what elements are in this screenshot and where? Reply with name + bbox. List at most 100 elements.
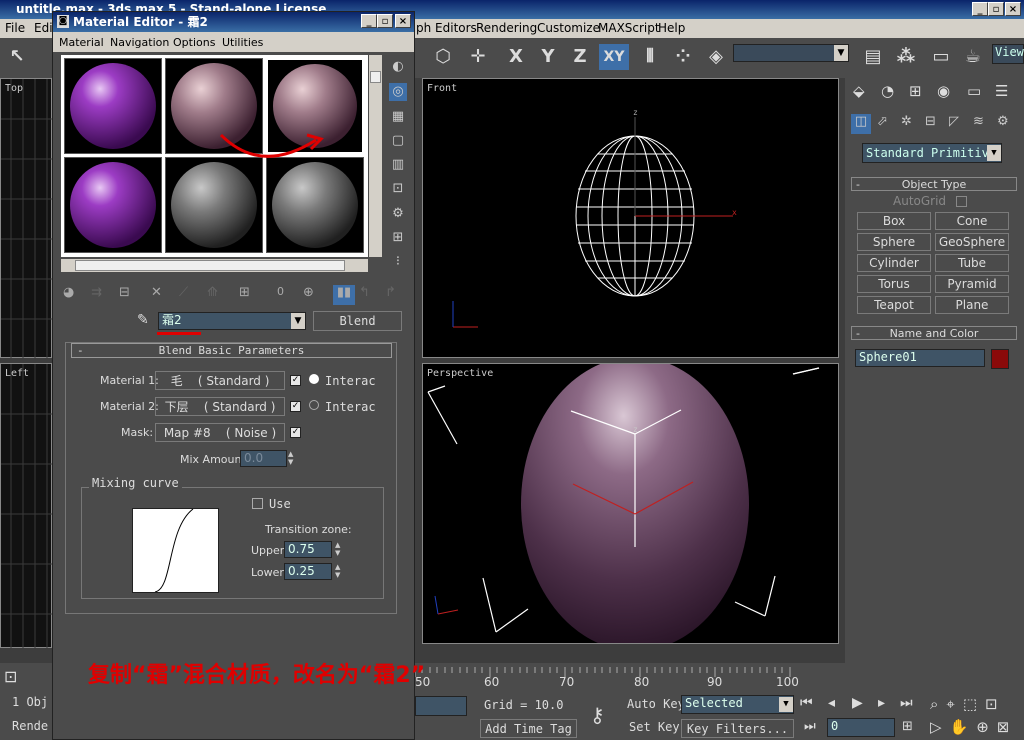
menu-help[interactable]: Help [658,21,685,35]
front-viewport[interactable]: Front x z [422,78,839,358]
play-icon[interactable]: ▶ [852,695,863,711]
lower-input[interactable]: 0.25 [284,563,332,580]
key-mode-dropdown[interactable]: Selected ▼ [681,695,794,714]
utilities-tab-icon[interactable]: ☰ [995,82,1008,100]
maximize-button[interactable]: ▫ [988,2,1004,16]
display-tab-icon[interactable]: ▭ [967,82,981,100]
axis-z-button[interactable]: Z [567,44,593,70]
rollout-header[interactable]: - Blend Basic Parameters [71,343,392,358]
modify-tab-icon[interactable]: ◔ [881,82,894,100]
axis-x-button[interactable]: X [503,44,529,70]
pivot-icon[interactable]: ⬡ [430,44,456,70]
spacewarps-icon[interactable]: ≋ [973,114,984,129]
upper-input[interactable]: 0.75 [284,541,332,558]
go-to-parent-icon[interactable]: ↰ [359,285,370,300]
chevron-down-icon[interactable]: ▼ [987,145,1001,161]
menu-file[interactable]: File [5,21,25,35]
object-color-swatch[interactable] [991,349,1009,369]
quick-render-icon[interactable]: ☕ [960,44,986,70]
close-button[interactable]: × [1005,2,1021,16]
material1-interactive-radio[interactable] [309,374,319,384]
chevron-down-icon[interactable]: ▼ [291,313,305,329]
cone-button[interactable]: Cone [935,212,1009,230]
menu-graph-editors[interactable]: ph Editors [416,21,477,35]
cameras-icon[interactable]: ⊟ [925,114,936,129]
view-combo[interactable]: View [992,44,1024,64]
array-icon[interactable]: ⁘ [670,44,696,70]
make-copy-icon[interactable]: ⟋ [179,285,188,300]
material1-button[interactable]: 毛 ( Standard ) [155,371,285,390]
sample-type-icon[interactable]: ◐ [389,58,407,76]
lights-icon[interactable]: ✲ [901,114,912,129]
object-type-rollout-header[interactable]: - Object Type [851,177,1017,191]
current-frame-input[interactable]: 0 [827,718,895,737]
uv-tiling-icon[interactable]: ▢ [389,132,407,150]
material-effects-channel[interactable]: 0 [277,285,284,298]
time-config-icon[interactable]: ⊞ [902,719,913,734]
menu-rendering[interactable]: Rendering [476,21,537,35]
material1-enable-checkbox[interactable]: ✓ [290,375,301,386]
axis-y-button[interactable]: Y [535,44,561,70]
tube-button[interactable]: Tube [935,254,1009,272]
curve-editor-icon[interactable]: ▤ [860,44,886,70]
me-menu-options[interactable]: Options [173,36,215,49]
reset-map-icon[interactable]: ✕ [151,285,162,300]
video-color-icon[interactable]: ▥ [389,156,407,174]
mix-amount-spinner[interactable]: ▲ ▼ [288,450,297,467]
geometry-icon[interactable]: ◫ [851,114,871,134]
object-name-input[interactable]: Sphere01 [855,349,985,367]
pick-material-icon[interactable]: ✎ [137,312,149,328]
use-curve-checkbox[interactable] [252,498,263,509]
material-map-navigator-icon[interactable]: ⁝ [389,253,407,271]
material-name-input[interactable]: 霜2 ▼ [158,312,306,330]
axis-xy-button[interactable]: XY [599,44,629,70]
mix-amount-input[interactable]: 0.0 [240,450,287,467]
get-material-icon[interactable]: ◕ [63,285,74,300]
viewport-nav-icons-bottom[interactable]: ▷✋⊕⊠ [930,718,1017,736]
top-viewport[interactable]: Top [0,78,53,359]
minimize-button[interactable]: _ [972,2,988,16]
geosphere-button[interactable]: GeoSphere [935,233,1009,251]
shapes-icon[interactable]: ⬀ [877,114,888,129]
me-maximize-button[interactable]: ▫ [377,14,393,28]
hierarchy-tab-icon[interactable]: ⊞ [909,82,922,100]
viewport-nav-icons-top[interactable]: ⌕⌖⬚⊡ [930,695,1006,713]
render-scene-icon[interactable]: ▭ [928,44,954,70]
go-forward-sibling-icon[interactable]: ↱ [385,285,396,300]
slot-horizontal-scrollbar[interactable] [61,259,368,272]
backlight-icon[interactable]: ◎ [389,83,407,101]
material2-enable-checkbox[interactable]: ✓ [290,401,301,412]
menu-customize[interactable]: Customize [537,21,600,35]
background-icon[interactable]: ▦ [389,108,407,126]
chevron-down-icon[interactable]: ▼ [779,697,793,712]
assign-material-icon[interactable]: ⊟ [119,285,130,300]
select-arrow-icon[interactable]: ↖ [4,44,30,70]
key-mode-toggle-icon[interactable]: ⏭ [804,719,816,734]
make-unique-icon[interactable]: ⟰ [207,285,218,300]
lower-spinner[interactable]: ▲ ▼ [335,563,344,580]
me-close-button[interactable]: × [395,14,411,28]
select-by-material-icon[interactable]: ⊞ [389,229,407,247]
crosshair-icon[interactable]: ✛ [465,44,491,70]
set-key-button[interactable]: Set Key [629,720,680,734]
schematic-icon[interactable]: ⁂ [893,44,919,70]
show-end-result-icon[interactable]: ▮▮ [333,285,355,305]
make-preview-icon[interactable]: ⊡ [389,180,407,198]
put-to-library-icon[interactable]: ⊞ [239,285,250,300]
goto-start-icon[interactable]: ⏮ [800,695,813,711]
teapot-button[interactable]: Teapot [857,296,931,314]
create-tab-icon[interactable]: ⬙ [853,82,865,100]
options-icon[interactable]: ⚙ [389,205,407,223]
slot-vertical-scrollbar[interactable] [369,55,382,257]
pyramid-button[interactable]: Pyramid [935,275,1009,293]
motion-tab-icon[interactable]: ◉ [937,82,950,100]
left-viewport[interactable]: Left [0,363,53,649]
prev-frame-icon[interactable]: ◂ [828,695,835,711]
me-menu-utilities[interactable]: Utilities [222,36,263,49]
put-to-scene-icon[interactable]: ⇉ [91,285,102,300]
auto-key-button[interactable]: Auto Key [627,697,685,711]
show-map-icon[interactable]: ⊕ [303,285,314,300]
plane-button[interactable]: Plane [935,296,1009,314]
upper-spinner[interactable]: ▲ ▼ [335,541,344,558]
coordinate-field[interactable] [415,696,467,716]
